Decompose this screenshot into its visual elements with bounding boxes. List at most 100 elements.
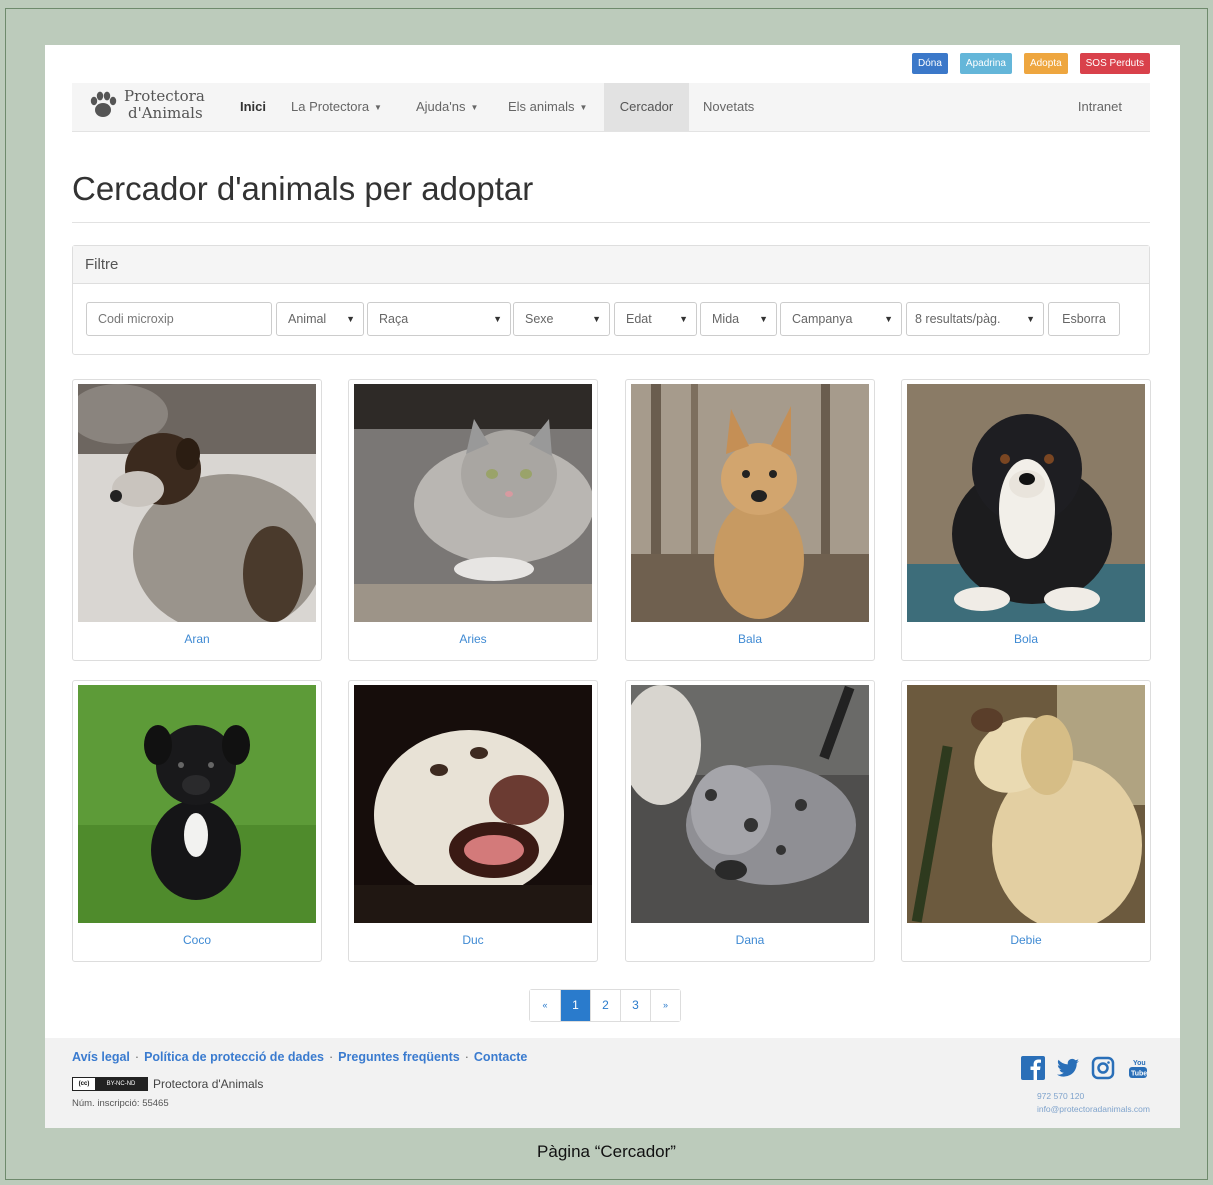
title-divider [72, 222, 1150, 223]
cc-license-badge[interactable]: (cc) BY-NC-ND [72, 1077, 148, 1091]
animal-name[interactable]: Debie [902, 933, 1150, 947]
sos-perduts-button[interactable]: SOS Perduts [1079, 53, 1150, 74]
animal-card-aran[interactable]: Aran [72, 379, 322, 661]
contact-phone: 972 570 120 [1036, 1091, 1085, 1101]
animal-name[interactable]: Aries [349, 632, 597, 646]
animal-photo[interactable] [354, 384, 592, 622]
logo-text: Protectora d'Animals [124, 88, 205, 122]
animal-photo[interactable] [78, 685, 316, 923]
animal-card-coco[interactable]: Coco [72, 680, 322, 962]
microchip-input[interactable] [86, 302, 272, 336]
apadrina-button[interactable]: Apadrina [959, 53, 1012, 74]
page-title: Cercador d'animals per adoptar [72, 170, 534, 207]
adopta-button[interactable]: Adopta [1023, 53, 1068, 74]
campanya-select-value: Campanya [792, 312, 853, 326]
animal-photo[interactable] [907, 384, 1145, 622]
animal-photo[interactable] [631, 685, 869, 923]
caret-down-icon: ▼ [470, 102, 479, 112]
dropdown-arrow-icon: ▼ [493, 314, 502, 324]
filter-panel: Filtre Animal ▼ Raça ▼ Sexe ▼ Edat ▼ Mida ▼ C… [72, 245, 1150, 355]
animal-name[interactable]: Coco [73, 933, 321, 947]
animal-name[interactable]: Bala [626, 632, 874, 646]
mida-select[interactable]: Mida ▼ [700, 302, 777, 336]
animal-select[interactable]: Animal ▼ [276, 302, 364, 336]
twitter-icon[interactable] [1056, 1056, 1080, 1080]
nav-la-protectora-label: La Protectora [291, 99, 370, 114]
footer-org: Protectora d'Animals [153, 1077, 264, 1091]
youtube-icon[interactable]: You Tube [1126, 1056, 1150, 1080]
animal-card-bola[interactable]: Bola [901, 379, 1151, 661]
caret-down-icon: ▼ [579, 102, 588, 112]
animal-card-duc[interactable]: Duc [348, 680, 598, 962]
nav-novetats[interactable]: Novetats [689, 83, 768, 131]
animal-photo[interactable] [78, 384, 316, 622]
nav-inici[interactable]: Inici [226, 83, 280, 131]
pagination-prev[interactable]: « [530, 990, 560, 1021]
svg-text:You: You [1133, 1060, 1146, 1067]
nav-els-animals[interactable]: Els animals ▼ [494, 83, 601, 131]
animal-name[interactable]: Aran [73, 632, 321, 646]
footer-link-contacte[interactable]: Contacte [474, 1050, 527, 1064]
footer-separator: · [464, 1050, 469, 1064]
nav-ajudans-label: Ajuda'ns [416, 99, 466, 114]
esborra-button[interactable]: Esborra [1048, 302, 1120, 336]
registration-number: Núm. inscripció: 55465 [72, 1098, 169, 1109]
footer-link-preguntes[interactable]: Preguntes freqüents [338, 1050, 460, 1064]
raca-select-value: Raça [379, 312, 409, 326]
footer-separator: · [329, 1050, 334, 1064]
browser-page: Dóna Apadrina Adopta SOS Perduts Protect… [45, 45, 1180, 1128]
microchip-field[interactable] [98, 312, 258, 326]
per-page-select-value: 8 resultats/pàg. [915, 312, 1001, 326]
pagination-page-2[interactable]: 2 [590, 990, 620, 1021]
raca-select[interactable]: Raça ▼ [367, 302, 511, 336]
animal-card-aries[interactable]: Aries [348, 379, 598, 661]
animal-photo[interactable] [631, 384, 869, 622]
footer-links: Avís legal · Política de protecció de dade… [72, 1050, 527, 1064]
footer-separator: · [134, 1050, 140, 1064]
nav-la-protectora[interactable]: La Protectora ▼ [277, 83, 396, 131]
dropdown-arrow-icon: ▼ [346, 314, 355, 324]
sexe-select-value: Sexe [525, 312, 554, 326]
dropdown-arrow-icon: ▼ [679, 314, 688, 324]
contact-info: 972 570 120 info@protectoradanimals.com [1037, 1090, 1150, 1116]
nav-ajudans[interactable]: Ajuda'ns ▼ [402, 83, 492, 131]
license-info: (cc) BY-NC-ND Protectora d'Animals [72, 1077, 263, 1091]
animal-card-bala[interactable]: Bala [625, 379, 875, 661]
top-action-buttons: Dóna Apadrina Adopta SOS Perduts [912, 53, 1150, 74]
per-page-select[interactable]: 8 resultats/pàg. ▼ [906, 302, 1044, 336]
dona-button[interactable]: Dóna [912, 53, 948, 74]
social-links: You Tube [1021, 1056, 1150, 1080]
logo-line1: Protectora [124, 87, 205, 105]
instagram-icon[interactable] [1091, 1056, 1115, 1080]
navbar: Protectora d'Animals Inici La Protectora… [72, 83, 1150, 132]
dropdown-arrow-icon: ▼ [1026, 314, 1035, 324]
footer-link-politica[interactable]: Política de protecció de dades [144, 1050, 324, 1064]
mida-select-value: Mida [712, 312, 740, 326]
svg-text:Tube: Tube [1131, 1071, 1147, 1078]
facebook-icon[interactable] [1021, 1056, 1045, 1080]
animal-name[interactable]: Dana [626, 933, 874, 947]
nav-intranet[interactable]: Intranet [1064, 83, 1136, 131]
pagination-page-3[interactable]: 3 [620, 990, 650, 1021]
nav-els-animals-label: Els animals [508, 99, 575, 114]
pagination: « 1 2 3 » [529, 989, 681, 1022]
pagination-page-1[interactable]: 1 [560, 990, 590, 1021]
sexe-select[interactable]: Sexe ▼ [513, 302, 610, 336]
footer: Avís legal · Política de protecció de dade… [45, 1038, 1180, 1128]
animal-name[interactable]: Duc [349, 933, 597, 947]
animal-name[interactable]: Bola [902, 632, 1150, 646]
animal-card-dana[interactable]: Dana [625, 680, 875, 962]
campanya-select[interactable]: Campanya ▼ [780, 302, 902, 336]
contact-email[interactable]: info@protectoradanimals.com [1037, 1103, 1150, 1116]
animal-photo[interactable] [907, 685, 1145, 923]
cc-icon: (cc) [73, 1078, 95, 1090]
animal-card-debie[interactable]: Debie [901, 680, 1151, 962]
pagination-next[interactable]: » [650, 990, 680, 1021]
cc-badge-label: BY-NC-ND [95, 1078, 147, 1090]
nav-cercador[interactable]: Cercador [604, 83, 689, 131]
edat-select[interactable]: Edat ▼ [614, 302, 697, 336]
footer-link-avis-legal[interactable]: Avís legal [72, 1050, 130, 1064]
animal-photo[interactable] [354, 685, 592, 923]
logo[interactable]: Protectora d'Animals [86, 88, 205, 122]
dropdown-arrow-icon: ▼ [592, 314, 601, 324]
